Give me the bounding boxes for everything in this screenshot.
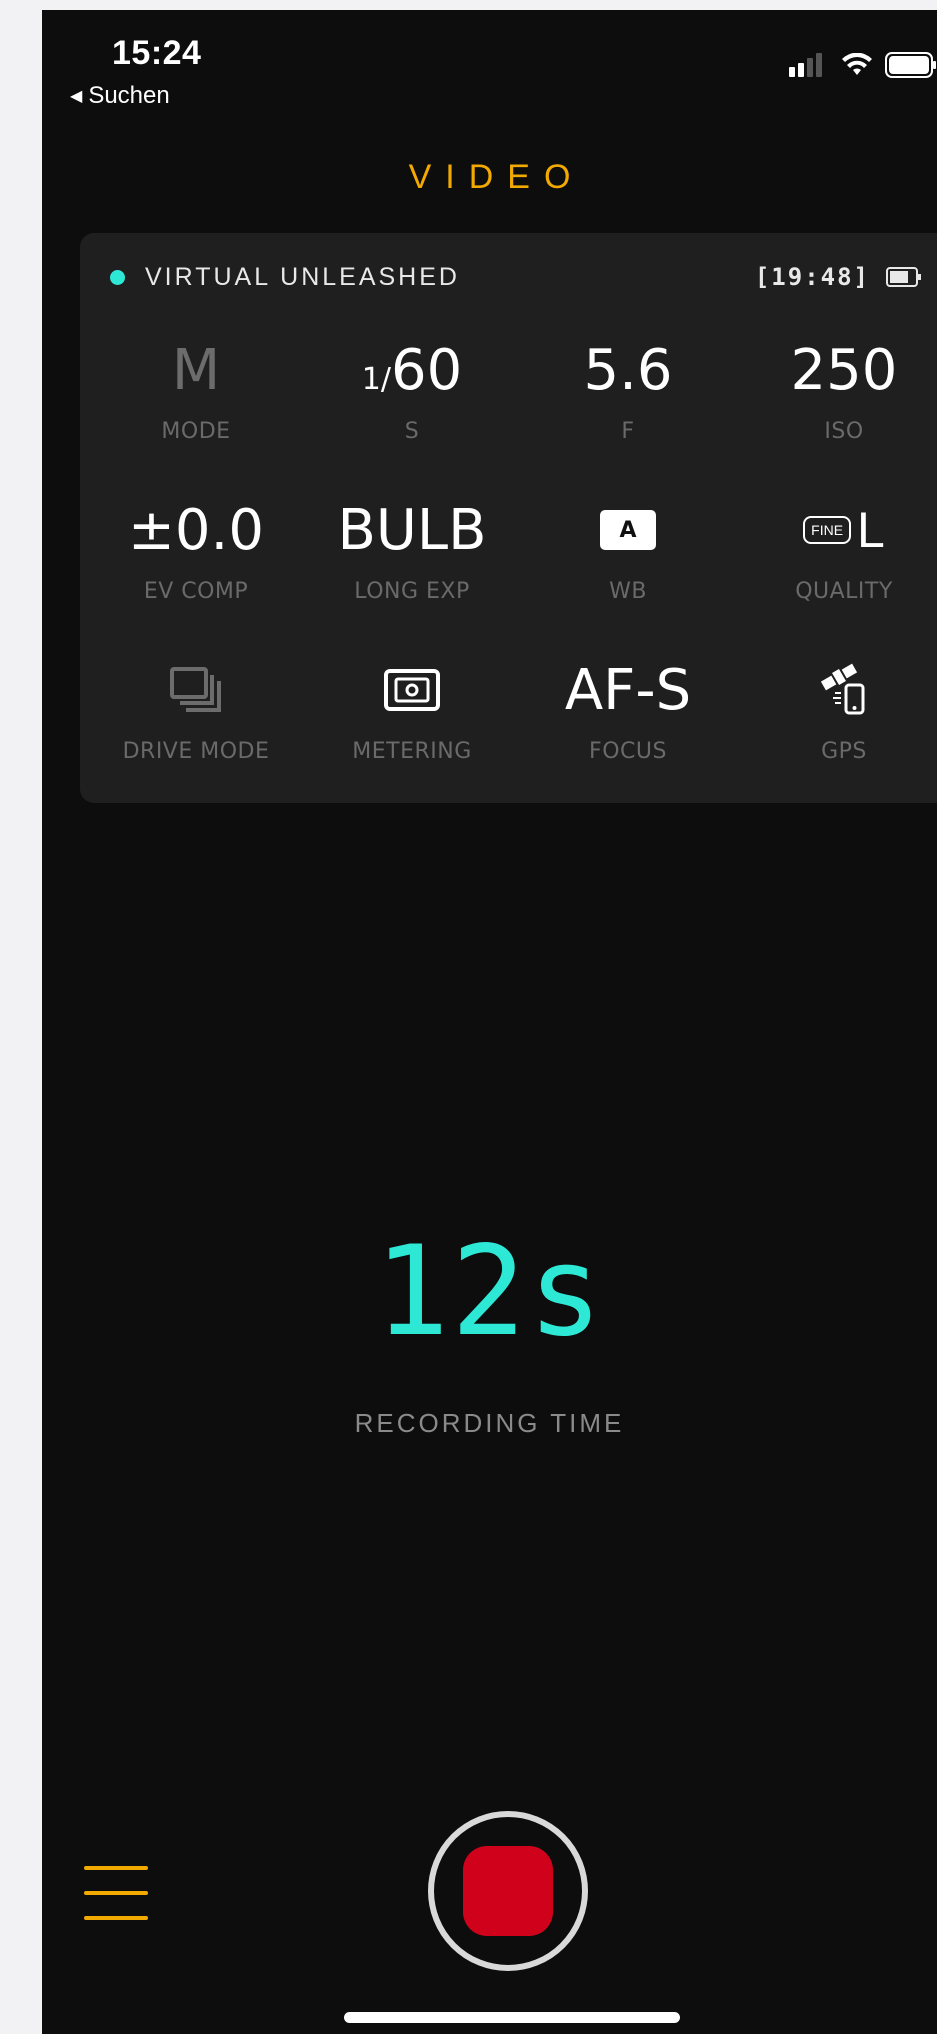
metering-value <box>382 653 442 727</box>
setting-shutter[interactable]: 1/ 60 S <box>304 333 520 493</box>
back-arrow-icon: ◀ <box>70 88 83 105</box>
setting-mode[interactable]: M MODE <box>88 333 304 493</box>
status-time: 15:24 <box>112 34 202 72</box>
setting-focus[interactable]: AF-S FOCUS <box>520 653 736 813</box>
shutter-prefix: 1/ <box>361 361 391 397</box>
mode-label: MODE <box>161 419 231 444</box>
setting-gps[interactable]: GPS <box>736 653 937 813</box>
camera-name: VIRTUAL UNLEASHED <box>145 262 460 291</box>
setting-ev-comp[interactable]: ±0.0 EV COMP <box>88 493 304 653</box>
long-exp-value: BULB <box>337 497 487 563</box>
gps-satellite-icon <box>820 663 865 715</box>
gps-label: GPS <box>821 739 867 764</box>
metering-label: METERING <box>352 739 472 764</box>
menu-line <box>84 1891 148 1895</box>
iso-label: ISO <box>824 419 864 444</box>
mode-value: M <box>171 337 221 403</box>
cellular-signal-icon <box>789 53 822 77</box>
quality-size: L <box>857 502 885 558</box>
back-to-search-link[interactable]: ◀ Suchen <box>70 82 170 110</box>
aperture-value: 5.6 <box>583 337 673 403</box>
ev-comp-label: EV COMP <box>143 579 249 604</box>
ev-comp-value: ±0.0 <box>128 497 264 563</box>
recording-time-label: RECORDING TIME <box>354 1408 625 1438</box>
camera-settings-card: VIRTUAL UNLEASHED [19:48] M MODE 1/ 60 S… <box>80 233 937 803</box>
iso-value: 250 <box>790 337 898 403</box>
settings-grid: M MODE 1/ 60 S 5.6 F 250 ISO ±0.0 EV COM… <box>80 333 937 813</box>
page-title: VIDEO <box>408 158 585 196</box>
record-icon <box>463 1846 553 1936</box>
shutter-value: 1/ 60 <box>362 333 462 407</box>
focus-value: AF-S <box>564 657 692 723</box>
wb-value: A <box>600 493 656 567</box>
phone-screen: 15:24 ◀ Suchen VIDEO VIRTUAL UNLEASHED [… <box>42 10 937 2034</box>
hamburger-menu-icon[interactable] <box>84 1866 148 1920</box>
drive-mode-icon <box>170 667 221 712</box>
back-label: Suchen <box>88 82 170 109</box>
shutter-number: 60 <box>390 337 463 403</box>
menu-line <box>84 1916 148 1920</box>
setting-drive-mode[interactable]: DRIVE MODE <box>88 653 304 813</box>
focus-label: FOCUS <box>589 739 667 764</box>
camera-battery-icon <box>886 267 921 287</box>
battery-icon <box>885 52 936 78</box>
recording-time-value: 12s <box>374 1220 605 1364</box>
setting-aperture[interactable]: 5.6 F <box>520 333 736 493</box>
setting-metering[interactable]: METERING <box>304 653 520 813</box>
long-exp-label: LONG EXP <box>354 579 470 604</box>
camera-header: VIRTUAL UNLEASHED [19:48] <box>110 257 930 297</box>
shutter-label: S <box>404 419 420 444</box>
drive-mode-value <box>166 653 226 727</box>
menu-line <box>84 1866 148 1870</box>
drive-mode-label: DRIVE MODE <box>122 739 270 764</box>
quality-label: QUALITY <box>795 579 893 604</box>
setting-long-exp[interactable]: BULB LONG EXP <box>304 493 520 653</box>
remaining-time: [19:48] <box>754 263 870 291</box>
setting-wb[interactable]: A WB <box>520 493 736 653</box>
connection-status-dot <box>110 269 125 285</box>
home-indicator[interactable] <box>344 2012 680 2023</box>
quality-value: FINE L <box>803 493 885 567</box>
wifi-icon <box>842 53 872 75</box>
record-button[interactable] <box>428 1811 588 1971</box>
setting-quality[interactable]: FINE L QUALITY <box>736 493 937 653</box>
camera-status: [19:48] <box>755 263 922 291</box>
wb-auto-badge: A <box>600 510 656 550</box>
metering-icon <box>384 669 440 711</box>
status-icons <box>789 52 937 78</box>
setting-iso[interactable]: 250 ISO <box>736 333 937 493</box>
fine-badge: FINE <box>803 516 852 544</box>
aperture-label: F <box>621 419 635 444</box>
gps-value <box>819 653 869 727</box>
wb-label: WB <box>609 579 647 604</box>
